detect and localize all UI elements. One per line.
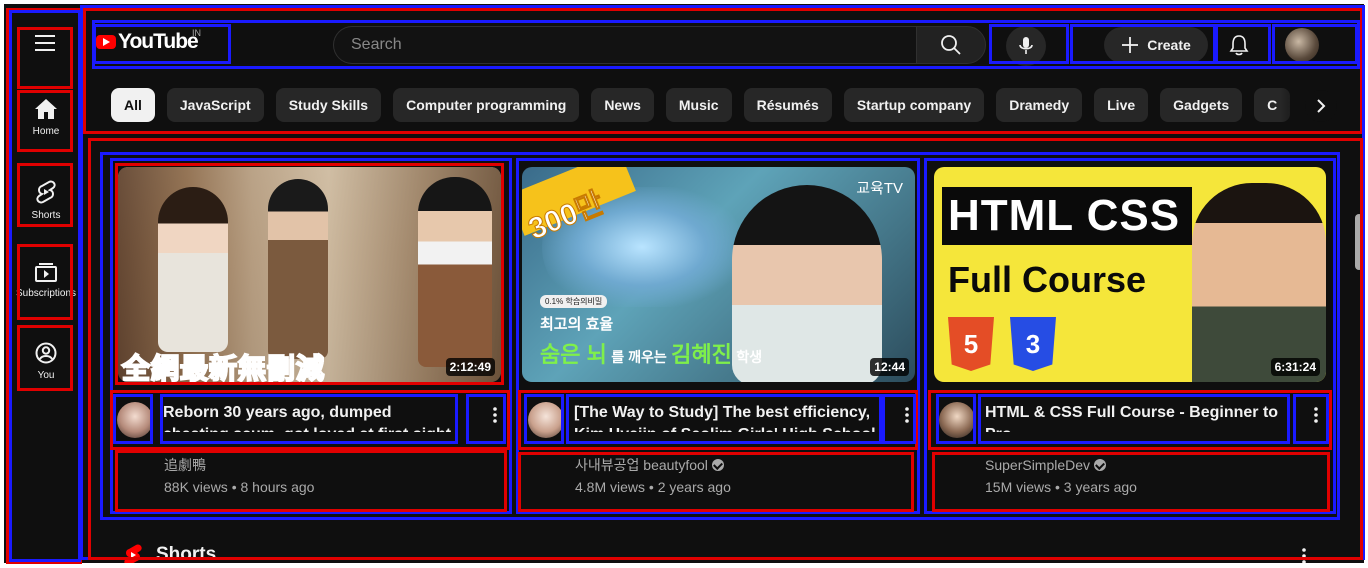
annotation-box <box>978 394 1290 444</box>
annotation-box <box>1070 24 1216 64</box>
annotation-box <box>1215 24 1271 64</box>
annotation-box <box>566 394 882 444</box>
annotation-box <box>160 394 458 444</box>
annotation-box <box>1293 394 1329 444</box>
annotation-box <box>17 163 73 227</box>
annotation-box <box>989 24 1069 64</box>
annotation-box <box>17 90 73 152</box>
annotation-box <box>1272 24 1358 64</box>
annotation-box <box>115 450 507 512</box>
annotation-box <box>17 244 73 320</box>
annotation-box <box>115 163 504 385</box>
annotation-box <box>524 394 564 444</box>
annotation-box <box>518 452 914 512</box>
annotation-box <box>17 325 73 391</box>
annotation-box <box>936 394 976 444</box>
annotation-box <box>466 394 506 444</box>
annotation-box <box>113 394 153 444</box>
annotation-box <box>882 394 916 444</box>
annotation-box <box>932 452 1330 512</box>
annotation-box <box>93 24 231 64</box>
annotation-box <box>17 27 73 89</box>
